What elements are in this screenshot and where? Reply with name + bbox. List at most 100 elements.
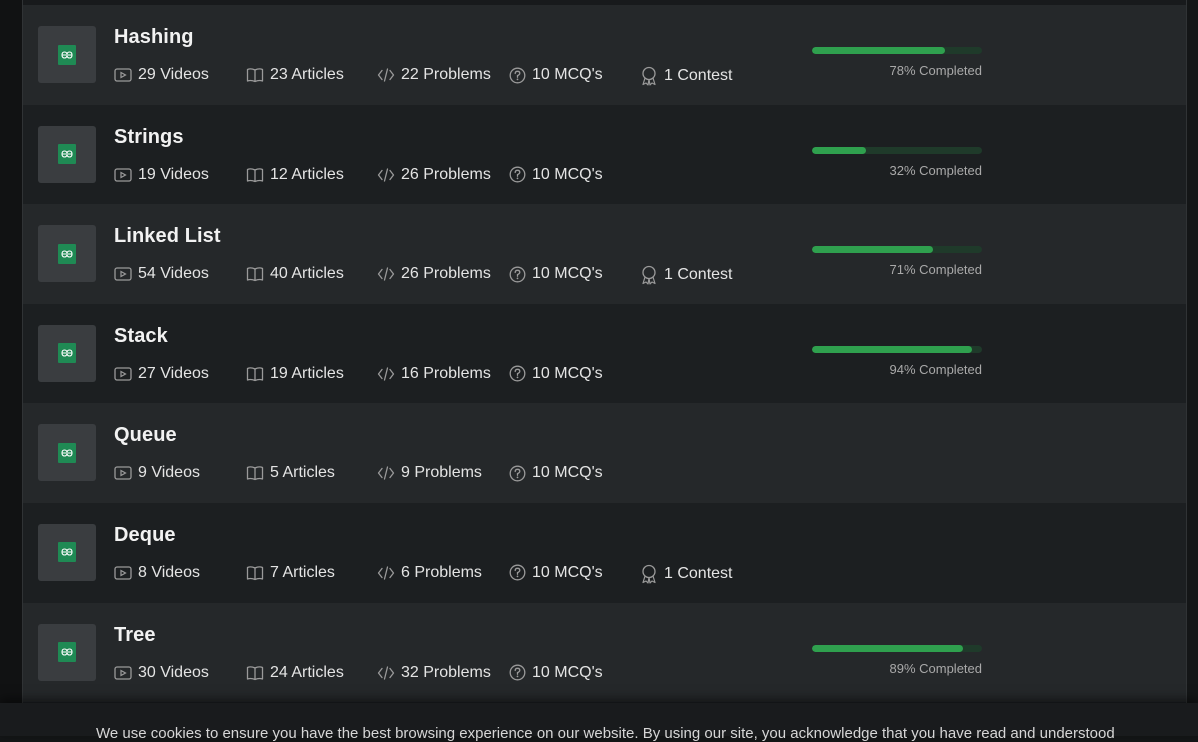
course-title[interactable]: Linked List [114, 225, 221, 248]
problems-count-label: 6 Problems [401, 563, 482, 581]
mcqs-count: 10 MCQ's [509, 265, 603, 283]
progress-bar [812, 644, 982, 652]
mcqs-count-label: 10 MCQ's [532, 663, 603, 681]
problems-count-label: 26 Problems [401, 165, 491, 183]
articles-count-label: 5 Articles [270, 464, 335, 482]
mcqs-count: 10 MCQ's [509, 166, 603, 184]
question-circle-icon [509, 266, 532, 283]
gfg-logo-icon [58, 44, 76, 65]
articles-count-label: 40 Articles [270, 265, 344, 283]
articles-count-label: 12 Articles [270, 165, 344, 183]
play-video-icon [114, 466, 138, 481]
progress-bar-fill [812, 146, 867, 154]
problems-count-label: 9 Problems [401, 464, 482, 482]
articles-count: 24 Articles [246, 664, 344, 682]
code-icon [377, 266, 401, 282]
course-row[interactable]: Tree 30 Videos 24 Articles 32 Problems 1… [23, 602, 1186, 703]
articles-count-label: 19 Articles [270, 364, 344, 382]
book-icon [246, 665, 270, 681]
problems-count: 26 Problems [377, 265, 491, 283]
course-row[interactable]: Hashing 29 Videos 23 Articles 22 Problem… [23, 5, 1186, 105]
course-title[interactable]: Tree [114, 624, 156, 647]
course-thumbnail [38, 523, 96, 581]
mcqs-count-label: 10 MCQ's [532, 563, 603, 581]
mcqs-count: 10 MCQ's [509, 464, 603, 482]
cookie-banner-text: We use cookies to ensure you have the be… [96, 725, 1115, 742]
course-row[interactable]: Queue 9 Videos 5 Articles 9 Problems 10 … [23, 403, 1186, 503]
question-circle-icon [509, 365, 532, 382]
mcqs-count-label: 10 MCQ's [532, 364, 603, 382]
articles-count: 7 Articles [246, 564, 335, 582]
problems-count: 22 Problems [377, 66, 491, 84]
progress-bar [812, 246, 982, 254]
contest-count: 1 Contest [640, 66, 732, 86]
question-circle-icon [509, 465, 532, 482]
gfg-logo-icon [58, 343, 76, 364]
play-video-icon [114, 665, 138, 680]
mcqs-count: 10 MCQ's [509, 365, 603, 383]
contest-count: 1 Contest [640, 564, 732, 584]
gfg-logo-icon [58, 442, 76, 463]
course-title[interactable]: Deque [114, 524, 176, 547]
course-row[interactable]: Linked List 54 Videos 40 Articles 26 Pro… [23, 204, 1186, 304]
question-circle-icon [509, 67, 532, 84]
award-ribbon-icon [640, 66, 664, 86]
contest-count: 1 Contest [640, 265, 732, 285]
course-title[interactable]: Queue [114, 424, 177, 447]
contest-count-label: 1 Contest [664, 266, 733, 284]
book-icon [246, 465, 270, 481]
contest-count-label: 1 Contest [664, 67, 733, 84]
articles-count: 40 Articles [246, 265, 344, 283]
articles-count: 23 Articles [246, 66, 344, 84]
gfg-logo-icon [58, 642, 76, 663]
award-ribbon-icon [640, 265, 664, 285]
problems-count: 9 Problems [377, 464, 482, 482]
articles-count-label: 7 Articles [270, 563, 335, 581]
videos-count-label: 8 Videos [138, 563, 200, 581]
course-row[interactable]: Deque 8 Videos 7 Articles 6 Problems 10 … [23, 502, 1186, 603]
course-row[interactable]: Strings 19 Videos 12 Articles 26 Problem… [23, 104, 1186, 205]
course-thumbnail [38, 125, 96, 183]
problems-count-label: 22 Problems [401, 66, 491, 83]
problems-count: 32 Problems [377, 664, 491, 682]
mcqs-count-label: 10 MCQ's [532, 165, 603, 183]
code-icon [377, 366, 401, 382]
videos-count-label: 19 Videos [138, 165, 209, 183]
course-title[interactable]: Stack [114, 325, 168, 348]
course-thumbnail [38, 26, 96, 83]
course-title[interactable]: Hashing [114, 26, 194, 49]
progress-bar [812, 146, 982, 154]
gfg-logo-icon [58, 144, 76, 165]
videos-count-label: 30 Videos [138, 663, 209, 681]
book-icon [246, 167, 270, 183]
videos-count-label: 29 Videos [138, 66, 209, 83]
book-icon [246, 366, 270, 382]
progress-label: 94% Completed [889, 361, 983, 377]
play-video-icon [114, 367, 138, 381]
course-thumbnail [38, 225, 96, 283]
course-thumbnail [38, 623, 96, 681]
articles-count: 5 Articles [246, 464, 335, 482]
videos-count: 9 Videos [114, 464, 200, 482]
course-thumbnail [38, 424, 96, 482]
gfg-logo-icon [58, 542, 76, 563]
videos-count: 30 Videos [114, 664, 209, 682]
course-row[interactable]: Stack 27 Videos 19 Articles 16 Problems [23, 303, 1186, 404]
play-video-icon [114, 167, 138, 182]
play-video-icon [114, 267, 138, 281]
problems-count: 16 Problems [377, 365, 491, 383]
question-circle-icon [509, 664, 532, 681]
videos-count: 19 Videos [114, 166, 209, 184]
course-title[interactable]: Strings [114, 126, 184, 149]
gfg-logo-icon [58, 243, 76, 264]
progress-bar-fill [812, 246, 933, 254]
articles-count: 19 Articles [246, 365, 344, 383]
videos-count: 8 Videos [114, 564, 200, 582]
progress-bar-fill [812, 345, 972, 353]
play-video-icon [114, 566, 138, 580]
mcqs-count: 10 MCQ's [509, 66, 603, 84]
mcqs-count-label: 10 MCQ's [532, 464, 603, 482]
progress-bar-fill [812, 644, 964, 652]
contest-count-label: 1 Contest [664, 564, 733, 582]
book-icon [246, 266, 270, 282]
